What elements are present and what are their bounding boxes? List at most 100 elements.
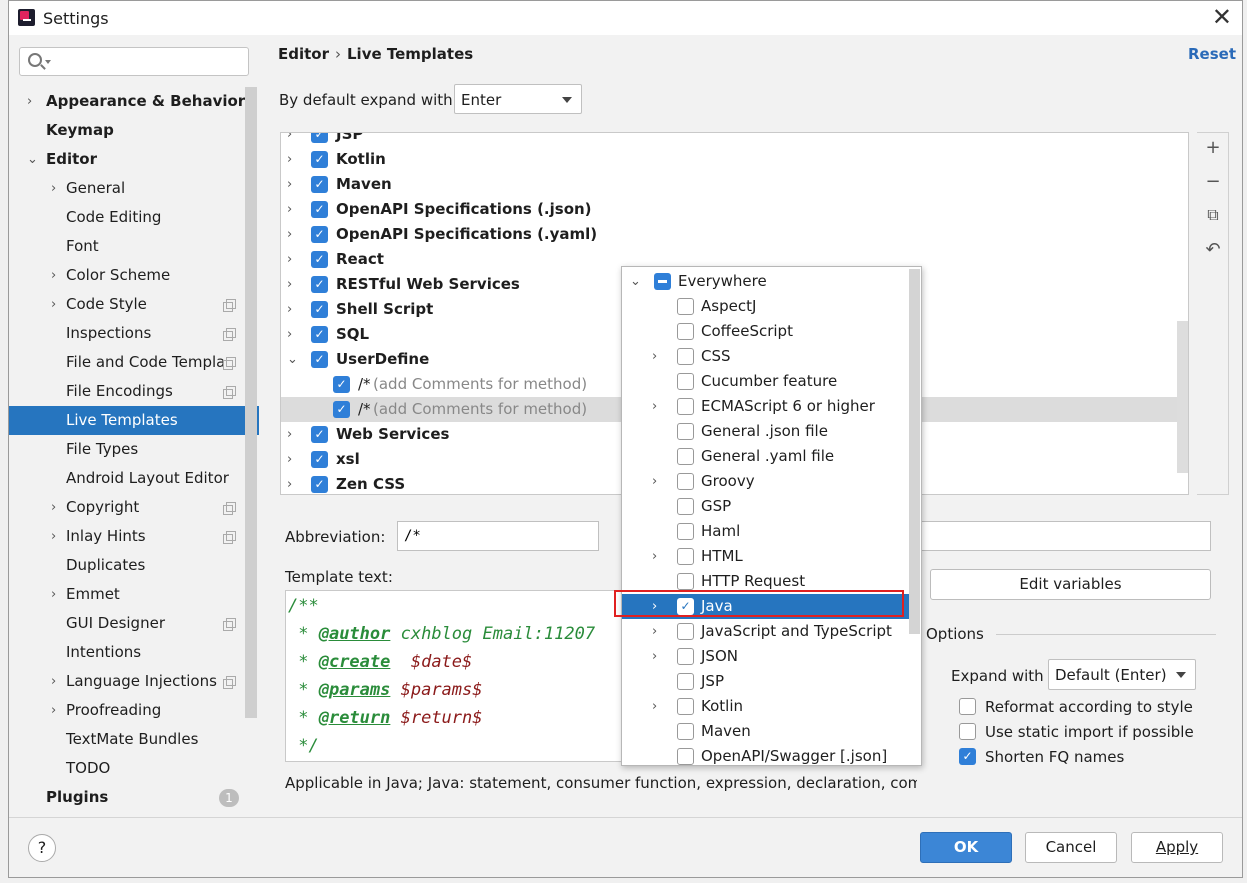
template-tree-row[interactable]: › ✓ OpenAPI Specifications (.yaml) <box>281 222 1188 247</box>
context-type-item[interactable]: General .json file <box>622 419 909 444</box>
template-checkbox[interactable]: ✓ <box>311 133 328 143</box>
context-type-item[interactable]: JSP <box>622 669 909 694</box>
ok-button[interactable]: OK <box>920 832 1012 863</box>
sidebar-item[interactable]: Code Editing <box>9 203 259 232</box>
sidebar-item[interactable]: Intentions <box>9 638 259 667</box>
template-checkbox[interactable]: ✓ <box>311 201 328 218</box>
chevron-icon[interactable]: › <box>51 261 56 290</box>
template-checkbox[interactable]: ✓ <box>311 276 328 293</box>
chevron-icon[interactable]: › <box>287 272 292 297</box>
context-type-item[interactable]: › Kotlin <box>622 694 909 719</box>
popup-scrollbar[interactable] <box>909 269 920 634</box>
sidebar-item[interactable]: › Code Style <box>9 290 259 319</box>
help-icon[interactable]: ? <box>28 834 56 862</box>
context-checkbox[interactable] <box>677 373 694 390</box>
sidebar-item[interactable]: › Color Scheme <box>9 261 259 290</box>
chevron-icon[interactable]: › <box>51 522 56 551</box>
context-type-item[interactable]: › CSS <box>622 344 909 369</box>
context-type-item[interactable]: › JavaScript and TypeScript <box>622 619 909 644</box>
context-type-item[interactable]: › HTML <box>622 544 909 569</box>
sidebar-item[interactable]: Plugins 1 <box>9 783 259 812</box>
template-checkbox[interactable]: ✓ <box>311 476 328 493</box>
chevron-icon[interactable]: › <box>51 493 56 522</box>
expand-with-select[interactable]: Default (Enter) <box>1048 659 1196 690</box>
chevron-icon[interactable]: › <box>652 544 657 569</box>
template-checkbox[interactable]: ✓ <box>333 376 350 393</box>
context-type-item[interactable]: GSP <box>622 494 909 519</box>
breadcrumb-parent[interactable]: Editor <box>278 45 329 63</box>
template-checkbox[interactable]: ✓ <box>311 176 328 193</box>
template-tree-row[interactable]: › ✓ Maven <box>281 172 1188 197</box>
sidebar-item[interactable]: File and Code Templa <box>9 348 259 377</box>
context-type-item[interactable]: Cucumber feature <box>622 369 909 394</box>
default-expand-select[interactable]: Enter <box>454 84 582 114</box>
chevron-icon[interactable]: › <box>51 580 56 609</box>
sidebar-item[interactable]: Keymap <box>9 116 259 145</box>
context-checkbox[interactable] <box>677 723 694 740</box>
option-checkbox[interactable]: ✓ <box>959 748 976 765</box>
template-checkbox[interactable]: ✓ <box>311 151 328 168</box>
chevron-icon[interactable]: › <box>287 422 292 447</box>
template-checkbox[interactable]: ✓ <box>311 226 328 243</box>
chevron-icon[interactable]: › <box>652 644 657 669</box>
sidebar-item[interactable]: ⌄ Editor <box>9 145 259 174</box>
sidebar-item[interactable]: › Inlay Hints <box>9 522 259 551</box>
context-type-item[interactable]: › Groovy <box>622 469 909 494</box>
chevron-icon[interactable]: ⌄ <box>630 269 641 294</box>
sidebar-item[interactable]: File Encodings <box>9 377 259 406</box>
context-checkbox[interactable] <box>677 748 694 765</box>
context-checkbox[interactable] <box>677 473 694 490</box>
context-checkbox[interactable] <box>677 548 694 565</box>
chevron-icon[interactable]: › <box>287 197 292 222</box>
context-checkbox[interactable] <box>677 523 694 540</box>
sidebar-item[interactable]: › Appearance & Behavior <box>9 87 259 116</box>
context-checkbox[interactable] <box>677 623 694 640</box>
sidebar-item[interactable]: Font <box>9 232 259 261</box>
chevron-icon[interactable]: ⌄ <box>287 347 298 372</box>
context-checkbox[interactable] <box>677 323 694 340</box>
search-box[interactable] <box>19 47 249 76</box>
template-tree-row[interactable]: › ✓ Kotlin <box>281 147 1188 172</box>
template-checkbox[interactable]: ✓ <box>333 401 350 418</box>
close-icon[interactable]: ✕ <box>1212 3 1232 31</box>
context-checkbox[interactable] <box>677 673 694 690</box>
sidebar-item[interactable]: Live Templates <box>9 406 259 435</box>
add-icon[interactable]: + <box>1203 137 1223 158</box>
sidebar-item[interactable]: › General <box>9 174 259 203</box>
sidebar-item[interactable]: › Language Injections <box>9 667 259 696</box>
chevron-icon[interactable]: › <box>287 447 292 472</box>
sidebar-item[interactable]: GUI Designer <box>9 609 259 638</box>
template-checkbox[interactable]: ✓ <box>311 326 328 343</box>
chevron-icon[interactable]: › <box>51 290 56 319</box>
undo-icon[interactable]: ↶ <box>1203 239 1223 260</box>
chevron-icon[interactable]: › <box>287 297 292 322</box>
chevron-icon[interactable]: › <box>287 322 292 347</box>
chevron-icon[interactable]: › <box>51 667 56 696</box>
context-checkbox[interactable] <box>677 448 694 465</box>
context-checkbox[interactable] <box>677 698 694 715</box>
context-type-item[interactable]: ⌄ Everywhere <box>622 269 909 294</box>
reset-link[interactable]: Reset <box>1188 45 1236 63</box>
search-input[interactable] <box>54 51 244 71</box>
remove-icon[interactable]: − <box>1203 171 1223 192</box>
chevron-icon[interactable]: › <box>27 87 32 116</box>
abbreviation-input[interactable] <box>397 521 599 551</box>
chevron-icon[interactable]: › <box>51 696 56 725</box>
sidebar-item[interactable]: Android Layout Editor <box>9 464 259 493</box>
template-checkbox[interactable]: ✓ <box>311 426 328 443</box>
chevron-icon[interactable]: › <box>287 472 292 494</box>
template-tree-row[interactable]: › ✓ OpenAPI Specifications (.json) <box>281 197 1188 222</box>
context-checkbox[interactable] <box>677 298 694 315</box>
chevron-icon[interactable]: › <box>287 222 292 247</box>
context-type-item[interactable]: General .yaml file <box>622 444 909 469</box>
context-type-item[interactable]: Haml <box>622 519 909 544</box>
context-type-item[interactable]: OpenAPI/Swagger [.json] <box>622 744 909 765</box>
chevron-icon[interactable]: › <box>652 694 657 719</box>
context-checkbox[interactable] <box>677 648 694 665</box>
template-checkbox[interactable]: ✓ <box>311 451 328 468</box>
chevron-icon[interactable]: ⌄ <box>27 145 38 174</box>
sidebar-item[interactable]: TODO <box>9 754 259 783</box>
description-input[interactable] <box>919 521 1211 551</box>
context-checkbox[interactable] <box>677 398 694 415</box>
template-checkbox[interactable]: ✓ <box>311 351 328 368</box>
